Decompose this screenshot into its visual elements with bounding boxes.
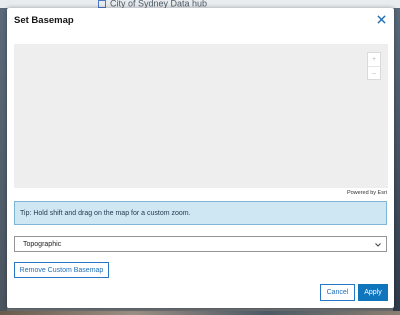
set-basemap-dialog: Set Basemap + – Powered by Esri Tip: Hol… <box>7 8 394 308</box>
chevron-down-icon <box>374 241 381 248</box>
tip-message: Tip: Hold shift and drag on the map for … <box>14 201 387 225</box>
zoom-in-button[interactable]: + <box>368 53 380 67</box>
zoom-controls: + – <box>367 52 381 80</box>
apply-button[interactable]: Apply <box>358 284 388 301</box>
basemap-select-value: Topographic <box>23 240 62 248</box>
dialog-title: Set Basemap <box>14 15 74 26</box>
tip-text: Tip: Hold shift and drag on the map for … <box>20 209 191 217</box>
remove-custom-basemap-button[interactable]: Remove Custom Basemap <box>14 262 109 278</box>
zoom-out-button[interactable]: – <box>368 67 380 80</box>
background-right-edge <box>393 8 400 315</box>
map-attribution: Powered by Esri <box>346 190 387 196</box>
basemap-preview-map[interactable]: + – <box>14 44 388 188</box>
basemap-select[interactable]: Topographic <box>14 236 387 252</box>
background-bottom-edge <box>0 311 400 315</box>
background-left-edge <box>0 8 7 315</box>
close-button[interactable] <box>374 12 388 26</box>
page-icon <box>98 0 106 8</box>
cancel-button[interactable]: Cancel <box>320 284 355 301</box>
background-page-title: City of Sydney Data hub <box>98 0 207 8</box>
close-icon <box>376 14 386 24</box>
